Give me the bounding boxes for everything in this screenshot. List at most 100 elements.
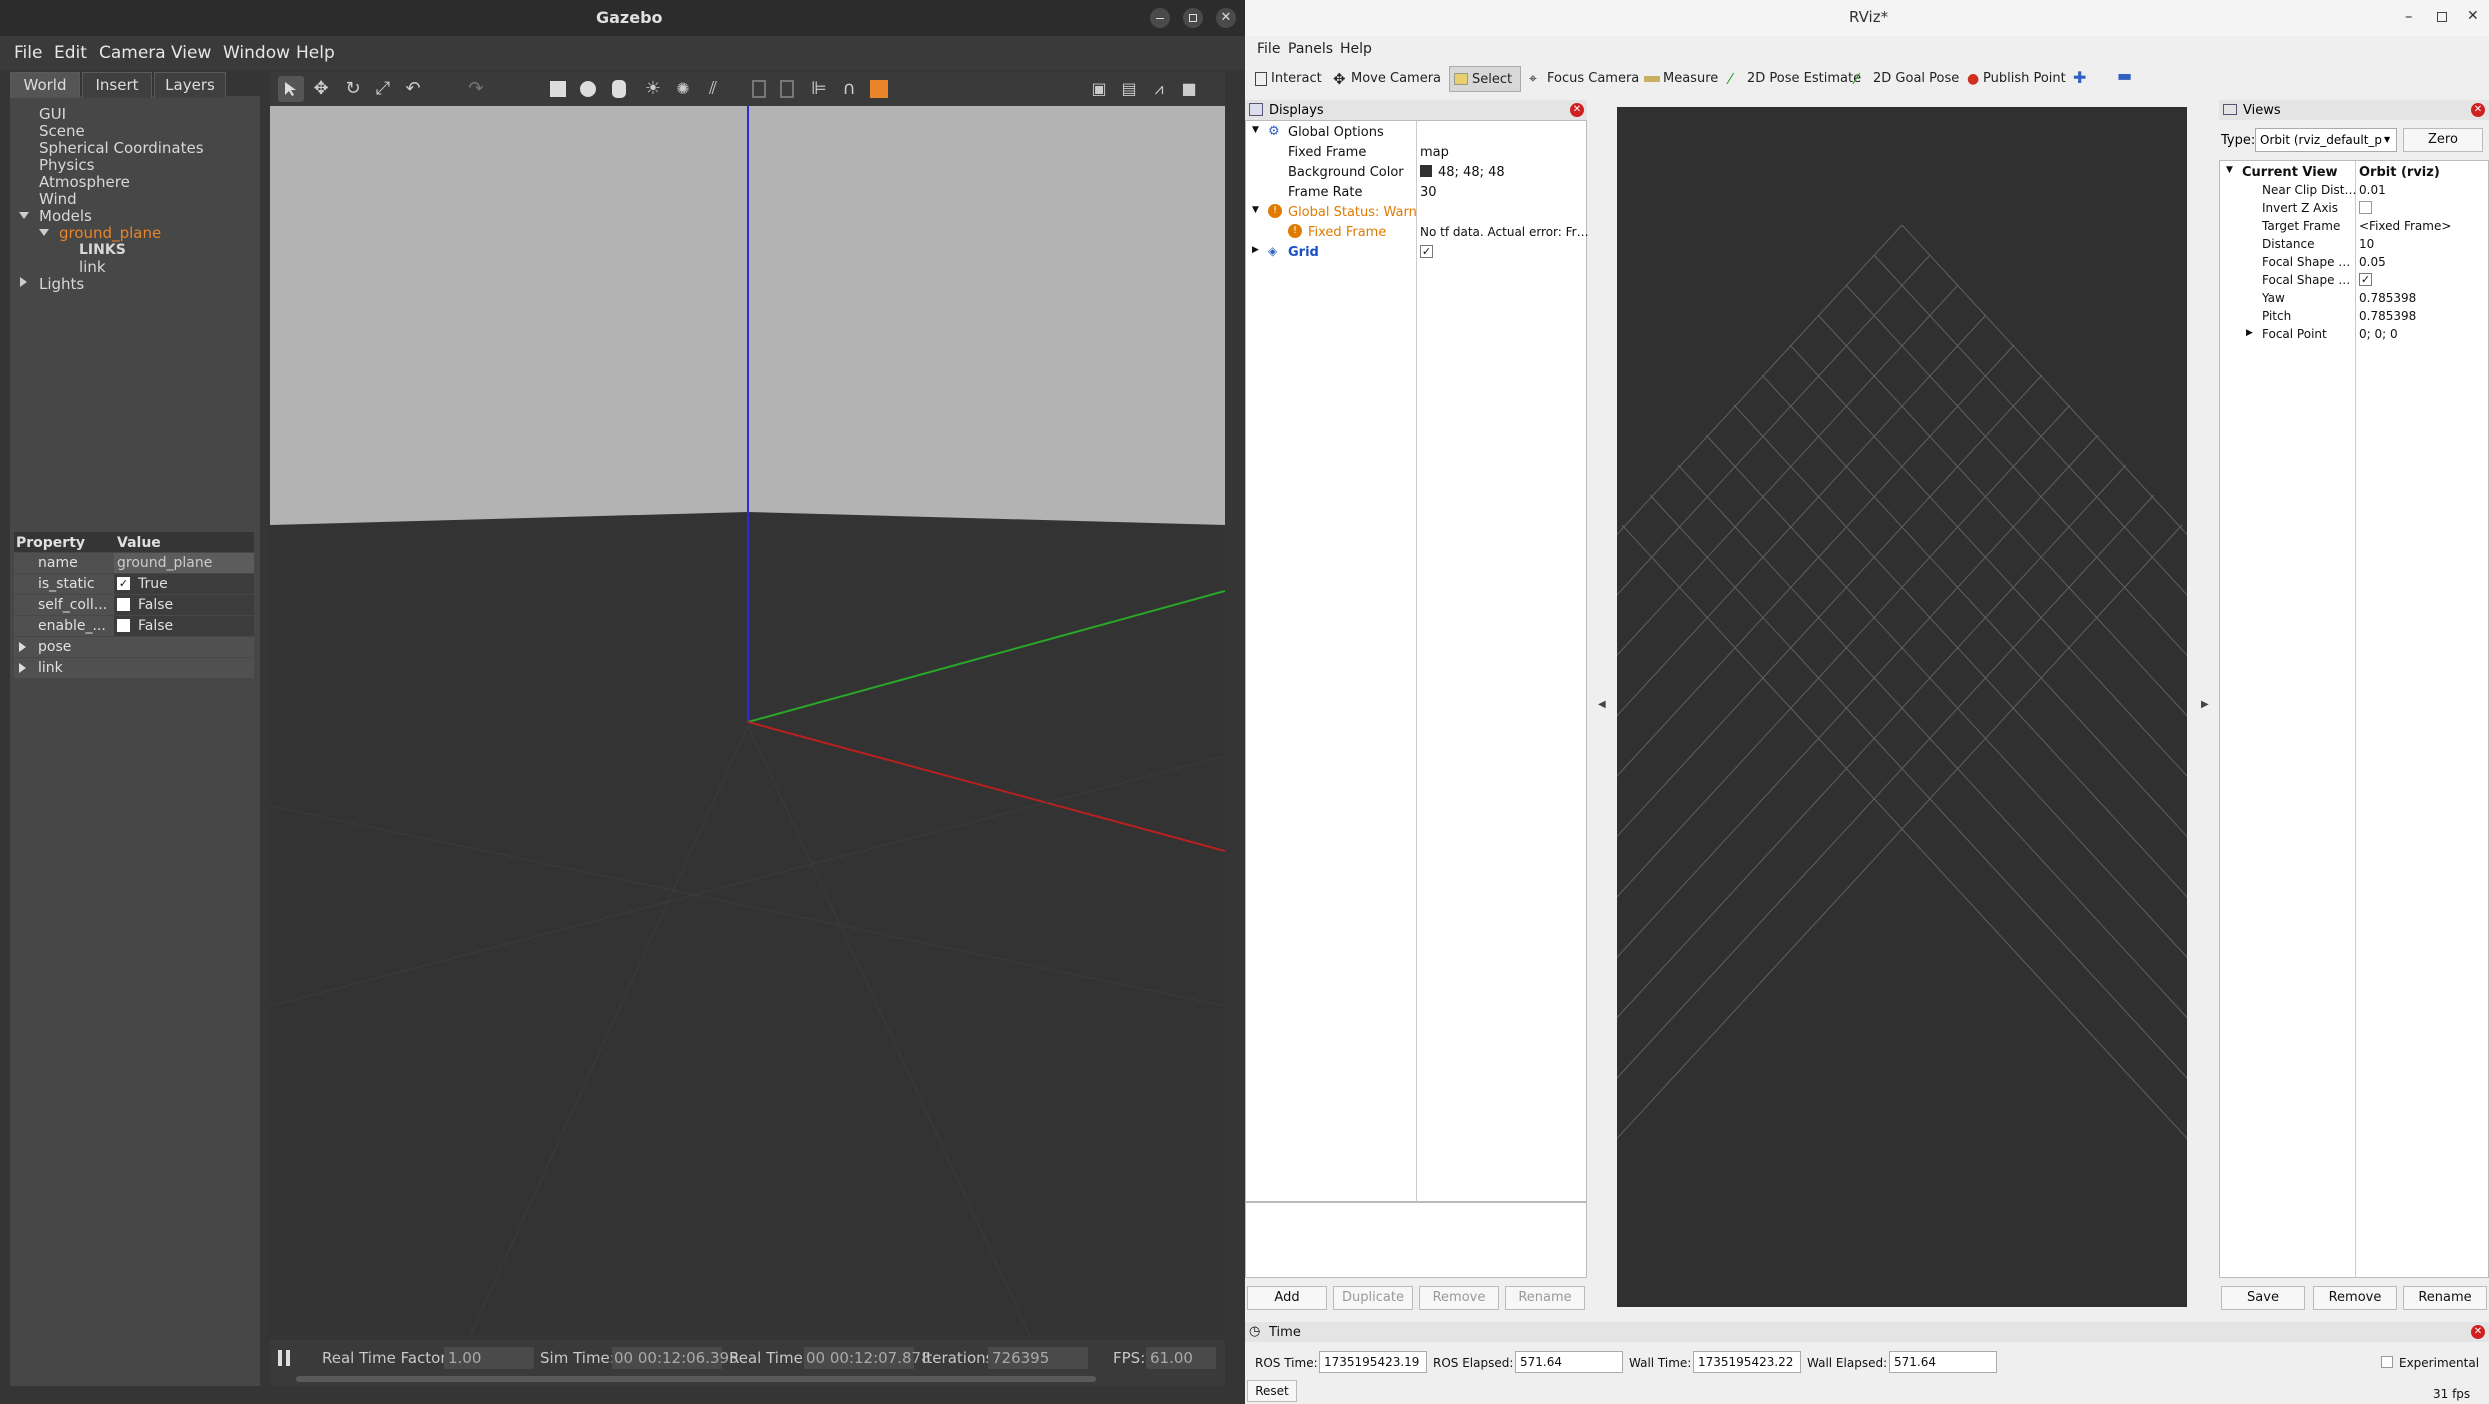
collapse-right-icon[interactable]: ▶ xyxy=(2201,700,2209,710)
menu-help[interactable]: Help xyxy=(296,45,335,62)
pause-icon[interactable] xyxy=(278,1350,282,1366)
tree-item-link[interactable]: link xyxy=(79,260,106,275)
checkbox-checked[interactable]: ✓ xyxy=(117,577,130,590)
directional-light-icon[interactable]: ⫽ xyxy=(702,78,724,100)
menu-view[interactable]: View xyxy=(171,45,211,62)
add-button[interactable]: Add xyxy=(1247,1286,1327,1310)
expand-arrow-icon[interactable]: ▼ xyxy=(1252,126,1259,135)
collapse-arrow-icon[interactable]: ▶ xyxy=(1252,246,1259,255)
video-icon[interactable]: ■ xyxy=(1178,78,1200,100)
rename-view-button[interactable]: Rename xyxy=(2403,1286,2487,1310)
horizontal-scrollbar[interactable] xyxy=(296,1376,1096,1382)
spot-light-icon[interactable]: ✺ xyxy=(672,78,694,100)
pause-icon[interactable] xyxy=(286,1350,290,1366)
close-panel-icon[interactable]: ✕ xyxy=(1570,103,1584,117)
close-icon[interactable]: ✕ xyxy=(2467,9,2479,23)
menu-camera[interactable]: Camera xyxy=(99,45,166,62)
tool-publish-point[interactable]: ● Publish Point xyxy=(1961,66,2066,92)
rviz-3d-render[interactable] xyxy=(1617,107,2187,1307)
collapse-arrow-icon[interactable] xyxy=(20,277,27,287)
zero-button[interactable]: Zero xyxy=(2403,128,2483,152)
tree-item-models[interactable]: Models xyxy=(39,209,92,224)
remove-tool-icon[interactable]: ▬ xyxy=(2117,68,2132,84)
distance-value[interactable]: 10 xyxy=(2359,238,2374,250)
expand-arrow-icon[interactable] xyxy=(19,642,26,652)
expand-arrow-icon[interactable] xyxy=(19,663,26,673)
minimize-icon[interactable]: – xyxy=(2405,9,2413,24)
log-icon[interactable]: ▤ xyxy=(1118,78,1140,100)
tree-item-gui[interactable]: GUI xyxy=(39,107,66,122)
copy-icon[interactable] xyxy=(752,80,766,98)
snap-icon[interactable]: ∩ xyxy=(838,78,860,100)
focal-shape-size-value[interactable]: 0.05 xyxy=(2359,256,2386,268)
expand-arrow-icon[interactable]: ▼ xyxy=(2226,166,2233,175)
frame-rate-value[interactable]: 30 xyxy=(1420,186,1437,199)
tree-item-physics[interactable]: Physics xyxy=(39,158,94,173)
menu-panels[interactable]: Panels xyxy=(1288,42,1333,56)
tool-select[interactable]: Select xyxy=(1449,66,1521,92)
maximize-button[interactable] xyxy=(1183,8,1203,28)
property-row[interactable]: enable_... False xyxy=(14,616,254,636)
property-row-pose[interactable]: pose xyxy=(14,637,254,657)
remove-button[interactable]: Remove xyxy=(1419,1286,1499,1310)
plot-icon[interactable]: ⩘ xyxy=(1148,78,1170,100)
add-tool-icon[interactable]: ✚ xyxy=(2073,70,2086,86)
grid-checkbox[interactable]: ✓ xyxy=(1420,245,1433,258)
align-icon[interactable]: ⊫ xyxy=(808,78,830,100)
close-button[interactable]: ✕ xyxy=(1216,8,1236,28)
point-light-icon[interactable]: ☀ xyxy=(642,78,664,100)
expand-arrow-icon[interactable] xyxy=(19,212,29,219)
wall-elapsed-field[interactable]: 571.64 xyxy=(1889,1351,1997,1373)
expand-arrow-icon[interactable]: ▼ xyxy=(1252,206,1259,215)
current-view[interactable]: Current View xyxy=(2242,166,2338,179)
duplicate-button[interactable]: Duplicate xyxy=(1333,1286,1413,1310)
collapse-left-icon[interactable]: ◀ xyxy=(1598,700,1606,710)
near-clip-value[interactable]: 0.01 xyxy=(2359,184,2386,196)
tree-item-spherical[interactable]: Spherical Coordinates xyxy=(39,141,204,156)
global-status[interactable]: Global Status: Warn xyxy=(1288,206,1417,219)
menu-edit[interactable]: Edit xyxy=(54,45,87,62)
close-panel-icon[interactable]: ✕ xyxy=(2471,103,2485,117)
checkbox-unchecked[interactable] xyxy=(117,598,130,611)
tool-measure[interactable]: Measure xyxy=(1641,66,1718,92)
minimize-button[interactable] xyxy=(1150,8,1170,28)
menu-window[interactable]: Window xyxy=(223,45,290,62)
target-frame-value[interactable]: <Fixed Frame> xyxy=(2359,220,2451,232)
menu-help[interactable]: Help xyxy=(1340,42,1372,56)
grid-display[interactable]: Grid xyxy=(1288,246,1319,259)
box-shape-icon[interactable] xyxy=(550,81,566,97)
property-row[interactable]: is_static ✓ True xyxy=(14,574,254,594)
fixed-frame-warning[interactable]: Fixed Frame xyxy=(1308,226,1386,239)
tree-item-lights[interactable]: Lights xyxy=(39,277,84,292)
undo-icon[interactable]: ↶ xyxy=(402,78,424,100)
gazebo-3d-viewport[interactable] xyxy=(270,106,1225,1336)
tree-item-ground-plane[interactable]: ground_plane xyxy=(59,226,161,241)
property-row[interactable]: self_coll... False xyxy=(14,595,254,615)
translate-icon[interactable]: ✥ xyxy=(310,78,332,100)
redo-icon[interactable]: ↷ xyxy=(465,78,487,100)
property-row-link[interactable]: link xyxy=(14,658,254,678)
checkbox-unchecked[interactable] xyxy=(117,619,130,632)
menu-file[interactable]: File xyxy=(1257,42,1280,56)
cylinder-shape-icon[interactable] xyxy=(612,80,626,98)
scale-icon[interactable]: ⤢ xyxy=(372,78,394,100)
select-mode-button[interactable] xyxy=(278,76,304,102)
menu-file[interactable]: File xyxy=(14,45,42,62)
sphere-shape-icon[interactable] xyxy=(580,81,596,97)
background-color-value[interactable]: 48; 48; 48 xyxy=(1438,166,1505,179)
tool-focus-camera[interactable]: ⌖ Focus Camera xyxy=(1525,66,1639,92)
focal-shape-checkbox[interactable]: ✓ xyxy=(2359,273,2372,286)
tree-item-wind[interactable]: Wind xyxy=(39,192,77,207)
tree-item-scene[interactable]: Scene xyxy=(39,124,85,139)
property-row[interactable]: name ground_plane xyxy=(14,553,254,573)
tab-world[interactable]: World xyxy=(10,72,80,98)
paste-icon[interactable] xyxy=(780,80,794,98)
tool-2d-pose-estimate[interactable]: ⁄ 2D Pose Estimate xyxy=(1725,66,1861,92)
tool-move-camera[interactable]: ✥ Move Camera xyxy=(1329,66,1441,92)
close-panel-icon[interactable]: ✕ xyxy=(2471,1325,2485,1339)
global-options[interactable]: Global Options xyxy=(1288,126,1384,139)
tree-item-atmosphere[interactable]: Atmosphere xyxy=(39,175,130,190)
yaw-value[interactable]: 0.785398 xyxy=(2359,292,2416,304)
pitch-value[interactable]: 0.785398 xyxy=(2359,310,2416,322)
tool-interact[interactable]: Interact xyxy=(1249,66,1322,92)
